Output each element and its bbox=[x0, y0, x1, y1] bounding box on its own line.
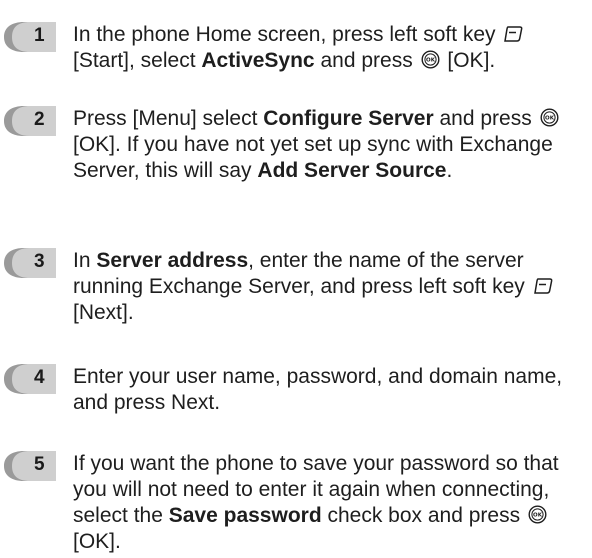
badge-shape bbox=[4, 451, 56, 481]
instruction-steps: 1 In the phone Home screen, press left s… bbox=[0, 0, 592, 558]
ok-key-icon: OK bbox=[540, 108, 559, 127]
step-text: In Server address, enter the name of the… bbox=[73, 248, 589, 326]
badge-shape bbox=[4, 248, 56, 278]
step-number: 4 bbox=[34, 367, 45, 388]
badge-shape bbox=[4, 22, 56, 52]
step-number-badge: 1 bbox=[4, 22, 56, 52]
step-number: 5 bbox=[34, 454, 45, 475]
step-number-badge: 3 bbox=[4, 248, 56, 278]
svg-text:OK: OK bbox=[426, 58, 436, 64]
step-number: 1 bbox=[34, 25, 45, 46]
step-number-badge: 2 bbox=[4, 106, 56, 136]
configure-server-term: Configure Server bbox=[263, 107, 434, 130]
svg-text:OK: OK bbox=[545, 116, 555, 122]
ok-key-icon: OK bbox=[421, 50, 440, 69]
step-text: In the phone Home screen, press left sof… bbox=[73, 22, 589, 74]
step-number: 2 bbox=[34, 109, 45, 130]
step-number: 3 bbox=[34, 251, 45, 272]
server-address-term: Server address bbox=[96, 249, 249, 272]
step-text: Enter your user name, password, and doma… bbox=[73, 365, 563, 414]
activesync-term: ActiveSync bbox=[201, 49, 315, 72]
badge-shape bbox=[4, 364, 56, 394]
left-soft-key-icon bbox=[504, 26, 523, 42]
step-text: If you want the phone to save your passw… bbox=[73, 452, 559, 553]
step-number-badge: 4 bbox=[4, 364, 56, 394]
step-number-badge: 5 bbox=[4, 451, 56, 481]
add-server-source-term: Add Server Source bbox=[257, 159, 447, 182]
step-text: Press [Menu] select Configure Server and… bbox=[73, 106, 589, 184]
ok-key-icon: OK bbox=[528, 505, 547, 524]
svg-text:OK: OK bbox=[533, 513, 543, 519]
save-password-term: Save password bbox=[168, 504, 322, 527]
badge-shape bbox=[4, 106, 56, 136]
left-soft-key-icon bbox=[533, 278, 553, 294]
